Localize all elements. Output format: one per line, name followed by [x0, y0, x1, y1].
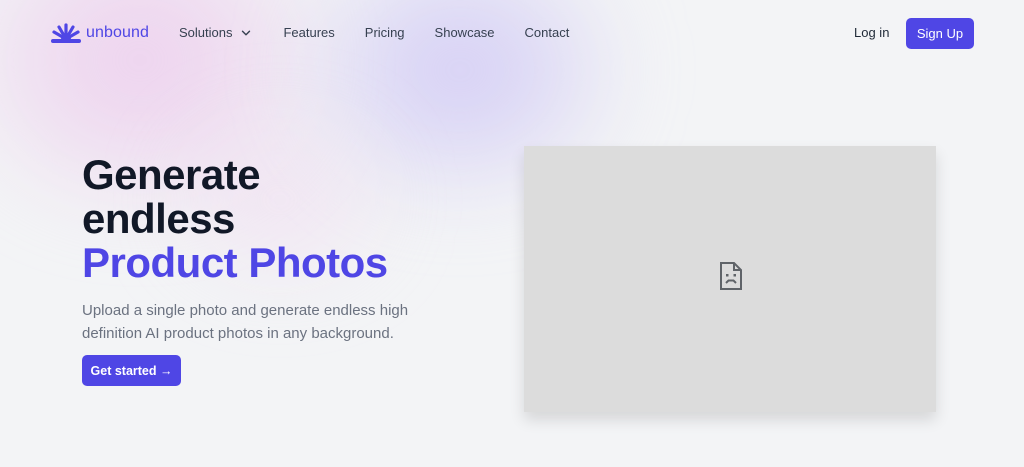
- nav-item-showcase[interactable]: Showcase: [435, 25, 495, 40]
- hero-title-line-1: Generate: [82, 151, 261, 198]
- nav-item-features[interactable]: Features: [283, 25, 334, 40]
- nav-item-solutions[interactable]: Solutions: [179, 25, 251, 40]
- login-link[interactable]: Log in: [854, 25, 889, 40]
- top-navbar: unbound Solutions Features Pricing Showc…: [0, 0, 1024, 67]
- nav-item-label: Solutions: [179, 25, 233, 40]
- sunrise-logo-icon: [51, 23, 81, 43]
- signup-button[interactable]: Sign Up: [906, 18, 974, 49]
- chevron-down-icon: [242, 30, 251, 35]
- hero-title-accent: Product Photos: [82, 239, 388, 286]
- main-menu: Solutions Features Pricing Showcase Cont…: [179, 25, 569, 40]
- nav-item-pricing[interactable]: Pricing: [365, 25, 405, 40]
- hero-title-line-2: endless: [82, 195, 235, 242]
- get-started-button[interactable]: Get started →: [82, 355, 181, 386]
- hero-media-placeholder: [524, 146, 936, 412]
- hero-title: Generate endless Product Photos: [82, 153, 388, 285]
- brand-logo-link[interactable]: unbound: [50, 22, 149, 44]
- hero-subtitle: Upload a single photo and generate endle…: [82, 302, 409, 342]
- nav-item-contact[interactable]: Contact: [525, 25, 570, 40]
- broken-image-icon: [720, 262, 742, 290]
- brand-name: unbound: [86, 24, 149, 41]
